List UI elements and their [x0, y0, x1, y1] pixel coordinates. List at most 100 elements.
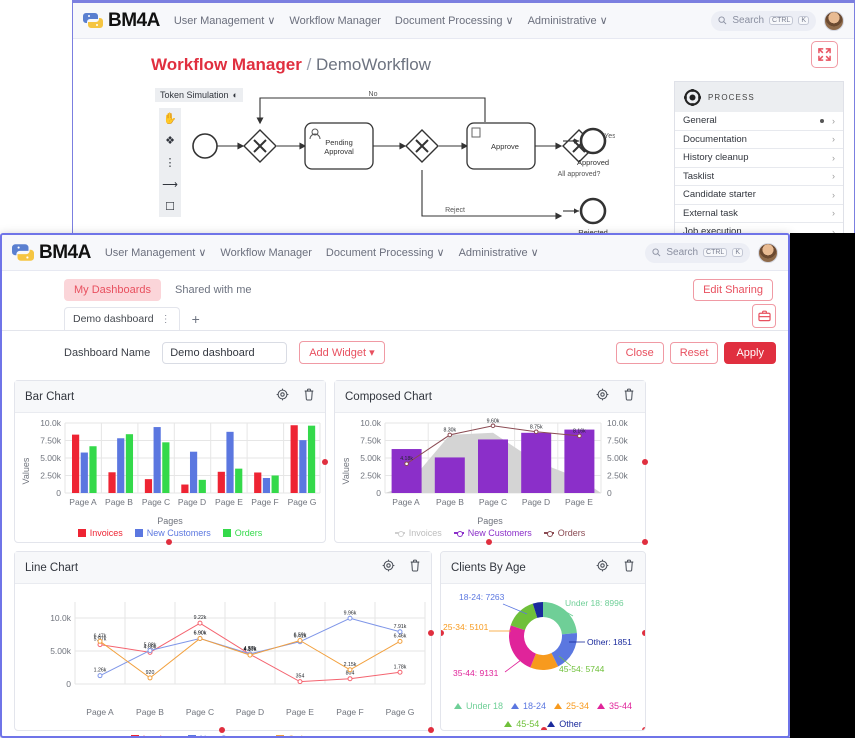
svg-text:35-44: 9131: 35-44: 9131 [453, 668, 499, 678]
legend-item-orders[interactable]: Orders [222, 528, 262, 538]
token-simulation-toggle[interactable]: Token Simulation ◐ [155, 88, 243, 102]
add-widget-button[interactable]: Add Widget ▾ [299, 341, 385, 364]
svg-text:0: 0 [376, 488, 381, 498]
bpmn-tool-palette[interactable]: ✋ ❖ ⋮ ⟶ ☐ [159, 108, 181, 217]
edit-sharing-button[interactable]: Edit Sharing [693, 279, 773, 301]
gear-icon[interactable] [596, 559, 609, 577]
resize-handle-bottom[interactable] [219, 727, 225, 733]
fullscreen-expand-button[interactable] [811, 41, 838, 68]
legend-item-35-44[interactable]: 35-44 [597, 701, 632, 711]
chevron-down-icon: ▾ [369, 347, 375, 359]
kebab-menu-icon[interactable]: ⋮ [161, 314, 171, 324]
dash-avatar[interactable] [758, 242, 778, 263]
dash-brand-logo[interactable]: BM4A [12, 242, 91, 264]
bg-search-input[interactable]: Search CTRL K [711, 10, 816, 31]
widget-bar-chart[interactable]: Bar Chart Values 10.0k 7.50k 5.00k 2.50k 0 [14, 380, 328, 545]
bg-nav-item-user-management[interactable]: User Management ∨ [174, 14, 276, 28]
bg-brand-logo[interactable]: BM4A [83, 10, 160, 32]
legend-item-invoices[interactable]: Invoices [394, 528, 442, 538]
hand-tool-icon[interactable]: ✋ [163, 112, 177, 125]
dash-nav-item-workflow-manager[interactable]: Workflow Manager [220, 247, 312, 259]
trash-icon[interactable] [623, 388, 635, 406]
resize-handle-right[interactable] [642, 630, 645, 636]
resize-handle-corner[interactable] [428, 727, 434, 733]
legend-label: 25-34 [566, 701, 590, 711]
legend-label: 35-44 [609, 701, 633, 711]
legend-item-invoices[interactable]: Invoices [77, 528, 123, 538]
space-tool-icon[interactable]: ⋮ [165, 156, 176, 169]
tab-shared-with-me[interactable]: Shared with me [165, 279, 261, 301]
dash-nav-right: Search CTRL K [645, 242, 778, 263]
apply-button[interactable]: Apply [724, 341, 776, 364]
process-gear-icon [684, 88, 701, 106]
resize-handle-right[interactable] [642, 459, 648, 465]
dashboard-tab-demo[interactable]: Demo dashboard ⋮ [64, 307, 180, 330]
svg-text:8.16k: 8.16k [573, 428, 586, 434]
dash-nav-item-document-processing[interactable]: Document Processing ∨ [326, 246, 445, 260]
legend-item-new-customers[interactable]: New Customers [453, 528, 532, 538]
process-item-external-task[interactable]: External task › [675, 205, 843, 223]
process-item-tasklist[interactable]: Tasklist › [675, 168, 843, 186]
add-dashboard-tab-button[interactable]: + [186, 311, 206, 330]
flow-label-reject: Reject [445, 207, 465, 214]
bpmn-canvas[interactable]: Token Simulation ◐ ✋ ❖ ⋮ ⟶ ☐ Pending App… [155, 88, 635, 243]
trash-icon[interactable] [409, 559, 421, 577]
bg-nav-item-workflow-manager[interactable]: Workflow Manager [289, 15, 381, 27]
legend-item-orders[interactable]: Orders [543, 528, 585, 538]
dash-search-input[interactable]: Search CTRL K [645, 242, 750, 263]
lasso-tool-icon[interactable]: ❖ [165, 134, 175, 147]
legend-item-other[interactable]: Other [547, 719, 582, 729]
resize-handle-bottom[interactable] [166, 539, 172, 545]
process-item-candidate-starter[interactable]: Candidate starter › [675, 186, 843, 205]
legend-item-new-customers[interactable]: New Customers [187, 734, 264, 736]
resize-handle-bottom[interactable] [541, 727, 547, 730]
chevron-right-icon: › [832, 152, 835, 163]
resize-handle-right[interactable] [428, 630, 434, 636]
dash-search-label: Search [666, 247, 699, 258]
svg-text:18-24: 7263: 18-24: 7263 [459, 592, 505, 602]
trash-icon[interactable] [303, 388, 315, 406]
briefcase-button[interactable] [752, 304, 776, 328]
gear-icon[interactable] [276, 388, 289, 406]
widget-clients-by-age[interactable]: Clients By Age Under 18: 8996 18-24: 7263… [440, 551, 646, 731]
bg-nav-item-administrative[interactable]: Administrative ∨ [528, 14, 608, 28]
connect-tool-icon[interactable]: ⟶ [162, 178, 178, 191]
trash-icon[interactable] [623, 559, 635, 577]
gear-icon[interactable] [596, 388, 609, 406]
dash-nav-item-administrative[interactable]: Administrative ∨ [459, 246, 539, 260]
legend-item-18-24[interactable]: 18-24 [510, 701, 546, 711]
close-button[interactable]: Close [615, 341, 664, 364]
bg-brand-text: BM4A [108, 9, 160, 31]
reset-button[interactable]: Reset [669, 341, 719, 364]
breadcrumb-section[interactable]: Workflow Manager [151, 55, 302, 74]
dashboard-tabstrip: Demo dashboard ⋮ + [2, 301, 788, 331]
dashboard-name-input[interactable] [162, 341, 288, 364]
process-item-label: General [683, 115, 717, 127]
process-item-general[interactable]: General › [675, 112, 843, 131]
svg-text:Page B: Page B [136, 707, 164, 717]
widget-composed-chart[interactable]: Composed Chart Values 10.0k 7.50k 5.00k 2.… [334, 380, 648, 545]
dash-nav-item-user-management[interactable]: User Management ∨ [105, 246, 207, 260]
legend-item-45-54[interactable]: 45-54 [504, 719, 539, 729]
legend-item-under-18[interactable]: Under 18 [453, 701, 503, 711]
process-item-history-cleanup[interactable]: History cleanup › [675, 149, 843, 168]
process-item-documentation[interactable]: Documentation › [675, 131, 843, 149]
dashboard-action-buttons: Close Reset Apply [615, 341, 776, 364]
shape-tool-icon[interactable]: ☐ [165, 200, 175, 213]
gear-icon[interactable] [382, 559, 395, 577]
legend-item-new-customers[interactable]: New Customers [134, 528, 211, 538]
bg-avatar[interactable] [824, 10, 844, 31]
resize-handle-bottom[interactable] [486, 539, 492, 545]
dashboard-name-label: Dashboard Name [64, 346, 151, 359]
legend-item-orders[interactable]: Orders [275, 734, 315, 736]
legend-item-25-34[interactable]: 25-34 [554, 701, 589, 711]
resize-handle-right[interactable] [322, 459, 328, 465]
widget-line-chart[interactable]: Line Chart 10.0k 5.00k 0 4.80k 9.22k 4.5… [14, 551, 434, 736]
svg-text:2.50k: 2.50k [360, 471, 382, 481]
legend-label: New Customers [146, 528, 211, 538]
bg-nav-item-document-processing[interactable]: Document Processing ∨ [395, 14, 514, 28]
resize-handle-corner[interactable] [642, 727, 645, 730]
resize-handle-corner[interactable] [642, 539, 648, 545]
tab-my-dashboards[interactable]: My Dashboards [64, 279, 162, 301]
legend-item-invoices[interactable]: Invoices [130, 734, 176, 736]
